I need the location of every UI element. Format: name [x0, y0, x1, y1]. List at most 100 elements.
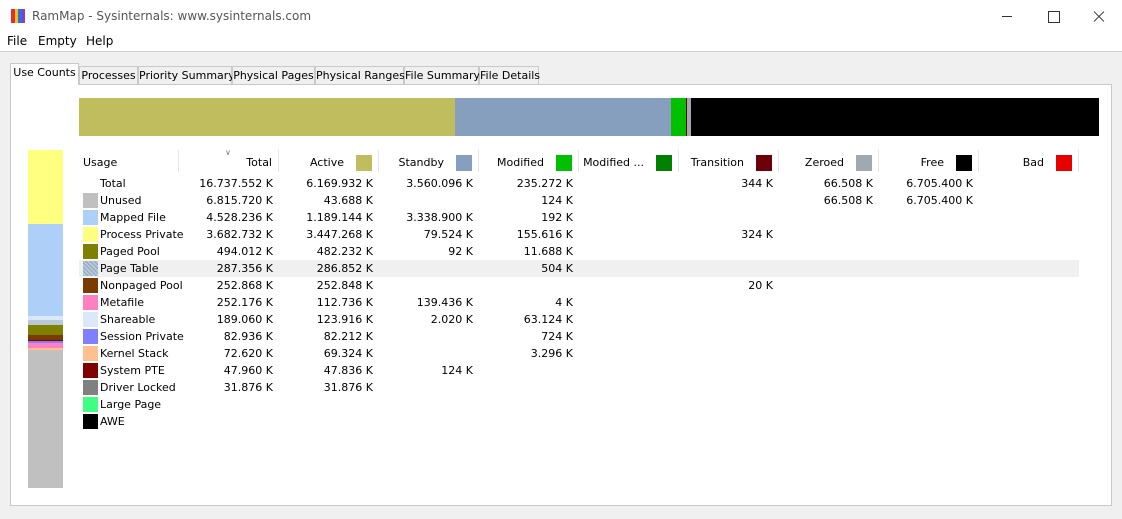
cell-total: 82.936 K	[223, 330, 273, 343]
column-header-bad[interactable]: Bad	[979, 150, 1079, 172]
cell-standby: 92 K	[448, 245, 473, 258]
title-bar[interactable]: RamMap - Sysinternals: www.sysinternals.…	[0, 0, 1122, 32]
app-icon-stripe	[21, 9, 25, 23]
column-color-swatch	[656, 155, 672, 171]
tab-file-summary[interactable]: File Summary	[404, 66, 480, 85]
table-row-kernel-stack[interactable]: Kernel Stack 72.620 K 69.324 K 3.296 K	[79, 345, 1079, 362]
cell-active: 82.212 K	[323, 330, 373, 343]
column-color-swatch	[756, 155, 772, 171]
minimize-icon[interactable]	[984, 0, 1030, 32]
cell-total: 252.176 K	[216, 296, 273, 309]
cell-total: 287.356 K	[216, 262, 273, 275]
usage-name: Shareable	[100, 313, 156, 326]
column-header-modified[interactable]: Modified ...	[579, 150, 679, 172]
tab-use-counts[interactable]: Use Counts	[10, 63, 79, 85]
cell-total: 189.060 K	[216, 313, 273, 326]
cell-modified: 4 K	[555, 296, 573, 309]
cell-total: 47.960 K	[223, 364, 273, 377]
usage-color-swatch	[83, 210, 98, 225]
cell-standby: 79.524 K	[423, 228, 473, 241]
table-row-large-page[interactable]: Large Page	[79, 396, 1079, 413]
column-header-active[interactable]: Active	[279, 150, 379, 172]
tab-processes[interactable]: Processes	[79, 66, 138, 85]
column-header-label: Zeroed	[804, 156, 844, 169]
menu-help[interactable]: Help	[86, 34, 113, 48]
cell-total: 4.528.236 K	[206, 211, 273, 224]
table-row-total[interactable]: Total 16.737.552 K 6.169.932 K 3.560.096 K 2…	[79, 175, 1079, 192]
table-row-session-private[interactable]: Session Private 82.936 K 82.212 K 724 K	[79, 328, 1079, 345]
column-color-swatch	[1056, 155, 1072, 171]
menu-bar: File Empty Help	[0, 32, 1122, 52]
cell-transition: 324 K	[741, 228, 773, 241]
table-row-unused[interactable]: Unused 6.815.720 K 43.688 K 124 K 66.508 K 6.…	[79, 192, 1079, 209]
table-row-mapped-file[interactable]: Mapped File 4.528.236 K 1.189.144 K 3.338.9…	[79, 209, 1079, 226]
usage-name: Unused	[100, 194, 142, 207]
cell-modified: 124 K	[541, 194, 573, 207]
column-header-usage[interactable]: Usage	[79, 150, 179, 172]
cell-transition: 20 K	[748, 279, 773, 292]
usage-color-swatch	[83, 261, 98, 276]
cell-active: 43.688 K	[323, 194, 373, 207]
column-header-modified[interactable]: Modified	[479, 150, 579, 172]
column-header-label: Total	[246, 156, 272, 169]
memory-state-bar	[79, 98, 1100, 136]
sort-descending-icon: ∨	[225, 148, 231, 157]
cell-standby: 3.338.900 K	[406, 211, 473, 224]
cell-total: 16.737.552 K	[199, 177, 273, 190]
cell-modified: 11.688 K	[523, 245, 573, 258]
cell-modified: 235.272 K	[516, 177, 573, 190]
usage-color-swatch	[83, 329, 98, 344]
usage-name: Nonpaged Pool	[100, 279, 183, 292]
cell-standby: 124 K	[441, 364, 473, 377]
table-row-shareable[interactable]: Shareable 189.060 K 123.916 K 2.020 K 63.124…	[79, 311, 1079, 328]
table-row-awe[interactable]: AWE	[79, 413, 1079, 430]
tab-file-details[interactable]: File Details	[479, 66, 540, 85]
cell-active: 69.324 K	[323, 347, 373, 360]
cell-active: 286.852 K	[316, 262, 373, 275]
tab-physical-pages[interactable]: Physical Pages	[232, 66, 315, 85]
column-color-swatch	[856, 155, 872, 171]
cell-modified: 504 K	[541, 262, 573, 275]
menu-file[interactable]: File	[7, 34, 27, 48]
column-header-free[interactable]: Free	[879, 150, 979, 172]
column-header-label: Active	[309, 156, 344, 169]
cell-transition: 344 K	[741, 177, 773, 190]
table-row-metafile[interactable]: Metafile 252.176 K 112.736 K 139.436 K 4 K	[79, 294, 1079, 311]
table-row-process-private[interactable]: Process Private 3.682.732 K 3.447.268 K 79.…	[79, 226, 1079, 243]
memory-state-segment-modified	[671, 98, 686, 136]
column-header-label: Usage	[83, 156, 118, 169]
cell-active: 252.848 K	[316, 279, 373, 292]
cell-free: 6.705.400 K	[906, 194, 973, 207]
usage-name: Paged Pool	[100, 245, 160, 258]
usage-name: Process Private	[100, 228, 184, 241]
tab-physical-ranges[interactable]: Physical Ranges	[315, 66, 405, 85]
usage-name: Total	[100, 177, 126, 190]
column-color-swatch	[556, 155, 572, 171]
cell-modified: 63.124 K	[523, 313, 573, 326]
column-header-standby[interactable]: Standby	[379, 150, 479, 172]
menu-empty[interactable]: Empty	[38, 34, 77, 48]
close-icon[interactable]	[1076, 0, 1122, 32]
use-counts-panel: Usage Total ∨ Active Standby Modified Modified…	[10, 84, 1112, 506]
column-header-label: Bad	[1022, 156, 1044, 169]
cell-total: 252.868 K	[216, 279, 273, 292]
column-header-transition[interactable]: Transition	[679, 150, 779, 172]
cell-active: 482.232 K	[316, 245, 373, 258]
table-row-page-table[interactable]: Page Table 287.356 K 286.852 K 504 K	[79, 260, 1079, 277]
usage-name: Kernel Stack	[100, 347, 169, 360]
cell-total: 3.682.732 K	[206, 228, 273, 241]
table-header: Usage Total ∨ Active Standby Modified Modified…	[79, 148, 1079, 172]
memory-state-segment-active	[79, 98, 455, 136]
column-header-label: Standby	[398, 156, 444, 169]
column-header-total[interactable]: Total ∨	[179, 148, 279, 172]
table-row-nonpaged-pool[interactable]: Nonpaged Pool 252.868 K 252.848 K 20 K	[79, 277, 1079, 294]
maximize-icon[interactable]	[1030, 0, 1076, 32]
usage-name: Large Page	[100, 398, 162, 411]
tab-priority-summary[interactable]: Priority Summary	[138, 66, 235, 85]
usage-color-swatch	[83, 397, 98, 412]
column-color-swatch	[456, 155, 472, 171]
column-header-zeroed[interactable]: Zeroed	[779, 150, 879, 172]
table-row-paged-pool[interactable]: Paged Pool 494.012 K 482.232 K 92 K 11.688 K	[79, 243, 1079, 260]
table-row-system-pte[interactable]: System PTE 47.960 K 47.836 K 124 K	[79, 362, 1079, 379]
table-row-driver-locked[interactable]: Driver Locked 31.876 K 31.876 K	[79, 379, 1079, 396]
